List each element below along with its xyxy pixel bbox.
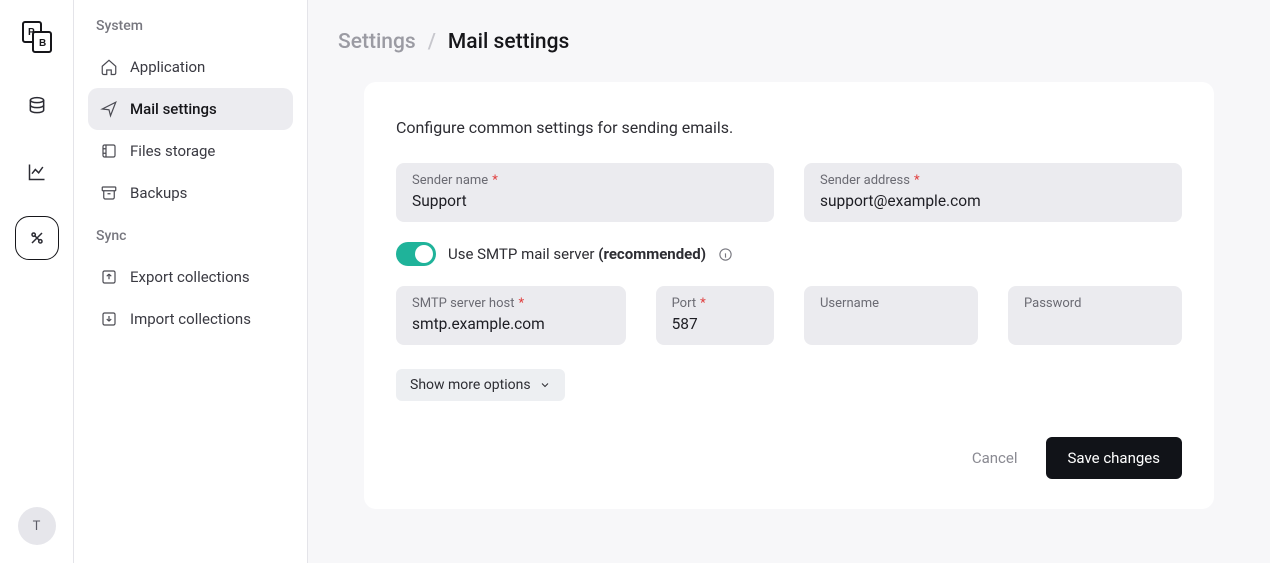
export-icon <box>100 268 118 286</box>
breadcrumb: Settings / Mail settings <box>338 30 1240 54</box>
sidebar-item-label: Application <box>130 58 205 76</box>
send-icon <box>100 100 118 118</box>
avatar-initial: T <box>33 519 41 534</box>
required-icon: * <box>700 296 706 311</box>
svg-text:B: B <box>39 38 46 49</box>
smtp-host-field[interactable]: SMTP server host * <box>396 286 626 345</box>
sidebar-item-backups[interactable]: Backups <box>88 172 293 214</box>
import-icon <box>100 310 118 328</box>
rail-item-stats[interactable] <box>15 150 59 194</box>
port-input[interactable] <box>672 315 758 333</box>
rail-item-settings[interactable] <box>15 216 59 260</box>
sender-address-field[interactable]: Sender address * <box>804 163 1182 222</box>
sidebar-item-label: Mail settings <box>130 100 217 118</box>
port-field[interactable]: Port * <box>656 286 774 345</box>
cancel-button[interactable]: Cancel <box>972 449 1018 467</box>
password-field[interactable]: Password <box>1008 286 1182 345</box>
sidebar-item-label: Backups <box>130 184 187 202</box>
field-label: Sender address <box>820 173 910 188</box>
sidebar-item-mail-settings[interactable]: Mail settings <box>88 88 293 130</box>
sidebar-item-label: Import collections <box>130 310 251 328</box>
field-label: Port <box>672 296 697 311</box>
field-label: Username <box>820 296 879 311</box>
sidebar-group-system: System <box>88 18 293 46</box>
breadcrumb-root[interactable]: Settings <box>338 30 416 54</box>
sidebar-item-files-storage[interactable]: Files storage <box>88 130 293 172</box>
logo-icon[interactable]: P B <box>18 18 56 56</box>
save-button[interactable]: Save changes <box>1046 437 1182 479</box>
field-label: Sender name <box>412 173 488 188</box>
sidebar-group-sync: Sync <box>88 214 293 256</box>
svg-text:P: P <box>28 27 35 38</box>
smtp-toggle-row: Use SMTP mail server (recommended) <box>396 242 1182 266</box>
sender-name-field[interactable]: Sender name * <box>396 163 774 222</box>
username-field[interactable]: Username <box>804 286 978 345</box>
sidebar-item-export[interactable]: Export collections <box>88 256 293 298</box>
required-icon: * <box>518 296 524 311</box>
archive-icon <box>100 184 118 202</box>
chevron-down-icon <box>539 379 551 391</box>
sidebar: System Application Mail settings Files s… <box>74 0 308 563</box>
avatar[interactable]: T <box>18 507 56 545</box>
smtp-toggle[interactable] <box>396 242 436 266</box>
field-label: SMTP server host <box>412 296 514 311</box>
required-icon: * <box>914 173 920 188</box>
sidebar-item-label: Export collections <box>130 268 250 286</box>
sender-name-input[interactable] <box>412 192 758 210</box>
breadcrumb-separator: / <box>428 30 436 54</box>
sender-address-input[interactable] <box>820 192 1166 210</box>
main-content: Settings / Mail settings Configure commo… <box>308 0 1270 563</box>
settings-card: Configure common settings for sending em… <box>364 82 1214 509</box>
card-description: Configure common settings for sending em… <box>396 118 1182 137</box>
show-more-label: Show more options <box>410 377 531 393</box>
icon-rail: P B T <box>0 0 74 563</box>
rail-nav <box>15 84 59 260</box>
info-icon[interactable] <box>718 246 734 262</box>
show-more-button[interactable]: Show more options <box>396 369 565 401</box>
password-input[interactable] <box>1024 315 1166 333</box>
smtp-host-input[interactable] <box>412 315 610 333</box>
sidebar-item-application[interactable]: Application <box>88 46 293 88</box>
username-input[interactable] <box>820 315 962 333</box>
sidebar-item-import[interactable]: Import collections <box>88 298 293 340</box>
form-actions: Cancel Save changes <box>396 437 1182 479</box>
required-icon: * <box>492 173 498 188</box>
rail-item-database[interactable] <box>15 84 59 128</box>
storage-icon <box>100 142 118 160</box>
smtp-toggle-label: Use SMTP mail server (recommended) <box>448 245 706 263</box>
home-icon <box>100 58 118 76</box>
sidebar-item-label: Files storage <box>130 142 215 160</box>
field-label: Password <box>1024 296 1081 311</box>
breadcrumb-current: Mail settings <box>448 30 569 54</box>
